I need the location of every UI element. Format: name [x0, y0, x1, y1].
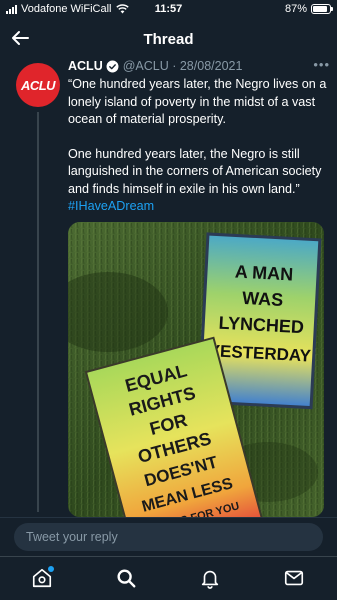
bottom-nav — [0, 556, 337, 600]
more-options-icon[interactable]: ••• — [313, 57, 330, 72]
thread-line — [37, 112, 39, 512]
hashtag-link[interactable]: #IHaveADream — [68, 199, 154, 213]
verified-badge-icon — [106, 60, 119, 72]
reply-input[interactable]: Tweet your reply — [14, 523, 323, 551]
tweet-image[interactable]: A MAN WAS LYNCHED YESTERDAY EQUAL RIGHTS… — [68, 222, 324, 517]
tweet-header: ACLU @ACLU · 28/08/2021 ••• — [68, 57, 330, 75]
page-title: Thread — [143, 30, 194, 48]
tweet-paragraph-2: One hundred years later, the Negro is st… — [68, 146, 330, 216]
battery-percent: 87% — [284, 3, 307, 15]
notification-dot — [48, 566, 54, 572]
search-icon — [117, 569, 136, 588]
status-right: 87% — [284, 3, 333, 15]
tweet-paragraph-2-text: One hundred years later, the Negro is st… — [68, 146, 322, 196]
nav-home[interactable] — [31, 566, 54, 589]
avatar-logo-text: ACLU — [20, 77, 56, 93]
nav-notifications[interactable] — [199, 567, 221, 589]
handle-and-date: @ACLU · 28/08/2021 — [122, 59, 243, 73]
nav-search[interactable] — [115, 567, 137, 589]
notifications-icon — [201, 570, 219, 589]
nav-messages[interactable] — [283, 567, 305, 589]
back-arrow-icon[interactable] — [8, 26, 32, 50]
reply-bar: Tweet your reply — [0, 517, 337, 555]
tweet-text: “One hundred years later, the Negro live… — [68, 76, 330, 216]
status-bar: Vodafone WiFiCall 11:57 87% — [0, 0, 337, 20]
thread-header: Thread — [0, 22, 337, 56]
messages-icon — [284, 570, 304, 586]
battery-icon — [311, 4, 333, 14]
display-name[interactable]: ACLU — [68, 59, 103, 73]
sign1-line-2: WAS — [242, 288, 284, 310]
sign1-line-1: A MAN — [234, 261, 293, 284]
protest-signs-photo: A MAN WAS LYNCHED YESTERDAY EQUAL RIGHTS… — [68, 222, 324, 517]
tweet-paragraph-1: “One hundred years later, the Negro live… — [68, 77, 327, 126]
avatar[interactable]: ACLU — [16, 63, 60, 107]
